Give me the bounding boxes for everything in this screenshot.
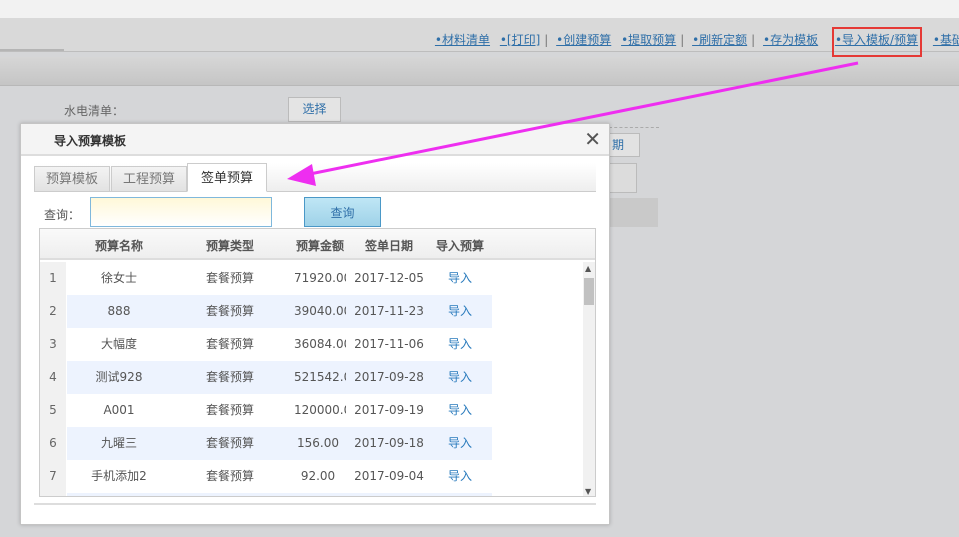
refresh-quota-link[interactable]: •刷新定额	[692, 33, 747, 47]
budget-amount: 71920.00	[294, 271, 346, 285]
sign-date: 2017-09-18	[354, 436, 424, 450]
budget-name: 九曜三	[100, 436, 137, 450]
sign-date: 2017-11-23	[354, 304, 424, 318]
divider	[0, 49, 64, 51]
budget-type: 套餐预算	[205, 436, 254, 450]
budget-name: 大幅度	[100, 337, 137, 351]
query-button[interactable]: 查询	[304, 197, 381, 227]
tab-bar: 预算模板 工程预算 签单预算	[34, 163, 596, 192]
row-number: 3	[40, 328, 66, 361]
table-row	[40, 493, 585, 496]
budget-type: 套餐预算	[205, 469, 254, 483]
import-link[interactable]: 导入	[430, 460, 490, 493]
tab-budget-template[interactable]: 预算模板	[34, 166, 110, 192]
budget-amount: 156.00	[297, 436, 339, 450]
table-row: 1 徐女士 套餐预算 71920.00 2017-12-05 导入	[40, 262, 585, 295]
separator: |	[751, 33, 756, 47]
col-amount: 预算金额	[295, 239, 344, 253]
sign-date: 2017-09-04	[354, 469, 424, 483]
budget-type: 套餐预算	[205, 370, 254, 384]
budget-amount: 521542.00	[294, 370, 346, 384]
sign-date: 2017-09-28	[354, 370, 424, 384]
print-link[interactable]: •[打印]	[500, 33, 540, 47]
vertical-scrollbar[interactable]: ▲ ▼	[583, 262, 595, 496]
close-icon[interactable]: ✕	[584, 127, 601, 151]
tab-signed-budget[interactable]: 签单预算	[187, 163, 267, 192]
dialog-title: 导入预算模板	[54, 134, 127, 148]
basic-link[interactable]: •基础	[933, 33, 959, 47]
budget-name: 888	[107, 304, 131, 318]
budget-type: 套餐预算	[205, 304, 254, 318]
budget-amount: 39040.00	[294, 304, 346, 318]
budget-type: 套餐预算	[205, 271, 254, 285]
table-row: 6 九曜三 套餐预算 156.00 2017-09-18 导入	[40, 427, 585, 460]
separator: |	[680, 33, 685, 47]
row-number: 1	[40, 262, 66, 295]
query-input[interactable]	[90, 197, 272, 227]
budget-table: 预算名称 预算类型 预算金额 签单日期 导入预算 1 徐女士 套餐预算 7192…	[39, 228, 596, 497]
table-row: 4 测试928 套餐预算 521542.00 2017-09-28 导入	[40, 361, 585, 394]
scroll-down-icon[interactable]: ▼	[585, 487, 591, 496]
row-number	[40, 493, 66, 496]
table-header: 预算名称 预算类型 预算金额 签单日期 导入预算	[40, 229, 595, 260]
query-label: 查询：	[44, 208, 81, 222]
save-template-link[interactable]: •存为模板	[763, 33, 818, 47]
budget-type: 套餐预算	[205, 403, 254, 417]
row-number: 7	[40, 460, 66, 493]
background-bar	[606, 198, 658, 227]
plumbing-list-label: 水电清单：	[64, 104, 125, 118]
budget-amount: 92.00	[300, 469, 336, 483]
import-link[interactable]: 导入	[430, 361, 490, 394]
extract-budget-link[interactable]: •提取预算	[621, 33, 676, 47]
dialog-titlebar: 导入预算模板 ✕	[21, 124, 609, 156]
top-strip	[0, 0, 959, 18]
separator: |	[544, 33, 549, 47]
highlight-box	[832, 27, 922, 57]
materials-list-link[interactable]: •材料清单	[435, 33, 490, 47]
budget-name: 测试928	[95, 370, 143, 384]
sign-date: 2017-11-06	[354, 337, 424, 351]
scroll-thumb[interactable]	[584, 278, 594, 305]
col-name: 预算名称	[94, 239, 143, 253]
import-link[interactable]: 导入	[430, 394, 490, 427]
row-background	[67, 493, 492, 496]
tab-project-budget[interactable]: 工程预算	[111, 166, 187, 192]
col-type: 预算类型	[205, 239, 254, 253]
sign-date: 2017-12-05	[354, 271, 424, 285]
toolbar: •材料清单 •[打印] | •创建预算 •提取预算 | •刷新定额 | •存为模板 •…	[0, 18, 959, 52]
table-row: 5 A001 套餐预算 120000.00 2017-09-19 导入	[40, 394, 585, 427]
row-number: 6	[40, 427, 66, 460]
import-link[interactable]: 导入	[430, 427, 490, 460]
budget-name: 徐女士	[100, 271, 137, 285]
header-band	[0, 57, 959, 86]
row-number: 4	[40, 361, 66, 394]
select-button[interactable]: 选择	[288, 97, 341, 122]
budget-amount: 120000.00	[294, 403, 346, 417]
row-number: 5	[40, 394, 66, 427]
divider	[34, 503, 596, 505]
budget-amount: 36084.00	[294, 337, 346, 351]
background-box	[606, 163, 637, 193]
budget-type: 套餐预算	[205, 337, 254, 351]
row-number: 2	[40, 295, 66, 328]
table-row: 3 大幅度 套餐预算 36084.00 2017-11-06 导入	[40, 328, 585, 361]
sign-date: 2017-09-19	[354, 403, 424, 417]
col-import: 导入预算	[435, 239, 484, 253]
import-link[interactable]: 导入	[430, 328, 490, 361]
divider	[609, 127, 659, 128]
budget-name: 手机添加2	[91, 469, 147, 483]
create-budget-link[interactable]: •创建预算	[556, 33, 611, 47]
scroll-up-icon[interactable]: ▲	[585, 264, 591, 273]
date-button[interactable]: 期	[606, 133, 640, 157]
col-date: 签单日期	[364, 239, 413, 253]
import-link[interactable]: 导入	[430, 262, 490, 295]
budget-name: A001	[103, 403, 135, 417]
table-row: 2 888 套餐预算 39040.00 2017-11-23 导入	[40, 295, 585, 328]
import-budget-dialog: 导入预算模板 ✕ 预算模板 工程预算 签单预算 查询： 查询 预算名称 预算类型…	[20, 123, 610, 525]
import-link[interactable]: 导入	[430, 295, 490, 328]
table-row: 7 手机添加2 套餐预算 92.00 2017-09-04 导入	[40, 460, 585, 493]
